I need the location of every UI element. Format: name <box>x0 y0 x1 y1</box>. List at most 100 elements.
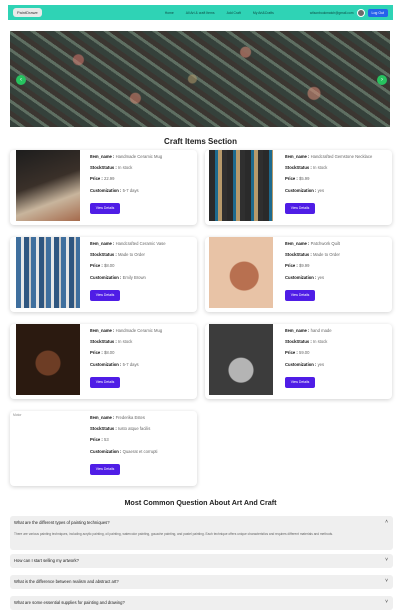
custom-label: Customization : <box>285 274 317 280</box>
item-name: Handcrafted Gemstone Necklace <box>310 154 373 159</box>
craft-card: Item_name : Handmade Ceramic Mug StockSt… <box>10 324 197 399</box>
stock-label: StockStatus : <box>285 339 312 345</box>
nav-link-my-crafts[interactable]: My Art&Crafts <box>253 11 274 15</box>
item-name: hand made <box>310 328 332 333</box>
chevron-up-icon[interactable]: ˄ <box>385 519 388 525</box>
item-custom: Quaerat et corrupti <box>122 448 158 454</box>
item-image <box>16 324 80 395</box>
faq-title: Most Common Question About Art And Craft <box>124 498 277 507</box>
faq-question: What is the difference between realism a… <box>14 579 119 584</box>
view-details-button[interactable]: View Details <box>285 290 315 301</box>
item-image <box>209 237 273 308</box>
custom-label: Customization : <box>90 361 122 367</box>
section-title: Craft Items Section <box>164 137 237 146</box>
item-image <box>209 150 273 221</box>
faq-question: What are the different types of painting… <box>14 520 110 525</box>
view-details-button[interactable]: View Details <box>285 203 315 214</box>
nav-link-home[interactable]: Home <box>165 11 174 15</box>
view-details-button[interactable]: View Details <box>285 377 315 388</box>
faq-question: What are some essential supplies for pai… <box>14 600 125 605</box>
price-label: Price : <box>285 350 298 356</box>
custom-label: Customization : <box>285 187 317 193</box>
stock-label: StockStatus : <box>285 252 312 258</box>
price-label: Price : <box>90 350 103 356</box>
view-details-button[interactable]: View Details <box>90 464 120 475</box>
faq-item[interactable]: What are some essential supplies for pai… <box>10 596 393 610</box>
price-label: Price : <box>90 437 103 443</box>
item-name: Handmade Ceramic Mug <box>115 328 163 333</box>
item-stock: Made to Order <box>312 252 340 258</box>
craft-card: Item_name : Handcrafted Gemstone Necklac… <box>205 150 392 225</box>
item-stock: In stock <box>117 165 133 171</box>
user-email: wilsonbookmatch@gmail.com <box>309 10 354 15</box>
item-price: $5.99 <box>298 176 310 182</box>
name-label: Item_name : <box>90 154 115 159</box>
broken-image-alt: Motor <box>13 413 22 417</box>
item-custom: yes <box>317 187 325 193</box>
stock-label: StockStatus : <box>90 165 117 171</box>
item-name: Handcrafted Ceramic Vase <box>115 241 166 246</box>
nav-links: Home All Art & craft Items Add Craft My … <box>165 11 274 15</box>
item-custom: 5-7 days <box>122 187 139 193</box>
item-price: 53 <box>103 437 109 443</box>
view-details-button[interactable]: View Details <box>90 377 120 388</box>
item-name: Frederika Estes <box>115 415 145 420</box>
item-stock: In stock <box>312 339 328 345</box>
faq-item-open[interactable]: What are the different types of painting… <box>10 516 393 550</box>
nav-link-all-items[interactable]: All Art & craft Items <box>186 11 215 15</box>
craft-card: Item_name : Patchwork Quilt StockStatus … <box>205 237 392 312</box>
stock-label: StockStatus : <box>285 165 312 171</box>
custom-label: Customization : <box>285 361 317 367</box>
craft-card: Item_name : Handcrafted Ceramic Vase Sto… <box>10 237 197 312</box>
brand-logo[interactable]: PaintDrawe <box>13 8 42 17</box>
custom-label: Customization : <box>90 187 122 193</box>
item-custom: 5-7 days <box>122 361 139 367</box>
name-label: Item_name : <box>90 328 115 333</box>
item-price: $9.99 <box>298 263 310 269</box>
craft-card: Item_name : Handmade Ceramic Mug StockSt… <box>10 150 197 225</box>
craft-card: Motor Item_name : Frederika Estes StockS… <box>10 411 197 486</box>
price-label: Price : <box>90 263 103 269</box>
craft-card: Item_name : hand made StockStatus : In s… <box>205 324 392 399</box>
faq-answer: There are various painting techniques, i… <box>14 532 334 536</box>
chevron-down-icon[interactable]: ˅ <box>385 599 388 605</box>
name-label: Item_name : <box>285 241 310 246</box>
avatar[interactable] <box>356 8 365 17</box>
item-name: Handmade Ceramic Mug <box>115 154 163 159</box>
nav-link-add-craft[interactable]: Add Craft <box>227 11 241 15</box>
stock-label: StockStatus : <box>90 426 117 432</box>
item-stock: In stock <box>312 165 328 171</box>
price-label: Price : <box>285 176 298 182</box>
item-price: $8.00 <box>103 263 115 269</box>
price-label: Price : <box>90 176 103 182</box>
logout-button[interactable]: Log Out <box>367 8 388 17</box>
faq-item[interactable]: How can I start selling my artwork? ˅ <box>10 554 393 568</box>
name-label: Item_name : <box>90 241 115 246</box>
custom-label: Customization : <box>90 448 122 454</box>
name-label: Item_name : <box>90 415 115 420</box>
faq-item[interactable]: What is the difference between realism a… <box>10 575 393 589</box>
name-label: Item_name : <box>285 328 310 333</box>
chevron-down-icon[interactable]: ˅ <box>385 578 388 584</box>
item-image <box>16 150 80 221</box>
view-details-button[interactable]: View Details <box>90 203 120 214</box>
item-price: 22.99 <box>103 176 115 182</box>
item-image <box>16 237 80 308</box>
item-custom: yes <box>317 361 325 367</box>
stock-label: StockStatus : <box>90 339 117 345</box>
custom-label: Customization : <box>90 274 122 280</box>
view-details-button[interactable]: View Details <box>90 290 120 301</box>
carousel-prev-icon[interactable]: ‹ <box>16 75 26 85</box>
faq-question: How can I start selling my artwork? <box>14 558 79 563</box>
carousel-next-icon[interactable]: › <box>377 75 387 85</box>
chevron-down-icon[interactable]: ˅ <box>385 557 388 563</box>
stock-label: StockStatus : <box>90 252 117 258</box>
item-stock: In stock <box>117 339 133 345</box>
item-price: $8.00 <box>103 350 115 356</box>
item-price: 59.00 <box>298 350 310 356</box>
name-label: Item_name : <box>285 154 310 159</box>
item-image <box>209 324 273 395</box>
hero-banner-image <box>10 31 390 127</box>
price-label: Price : <box>285 263 298 269</box>
item-name: Patchwork Quilt <box>310 241 340 246</box>
